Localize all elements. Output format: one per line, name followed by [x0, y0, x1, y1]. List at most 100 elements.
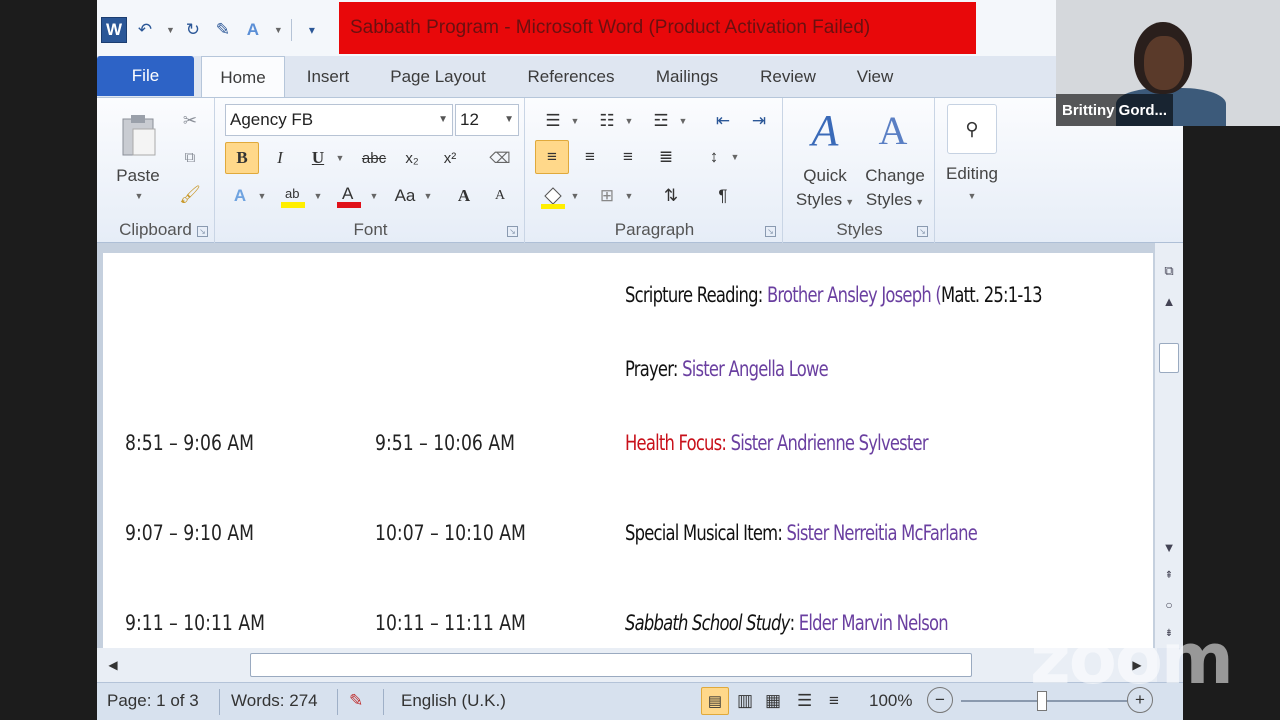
font-family-dropdown-icon[interactable]: ▼: [438, 114, 448, 125]
word-count[interactable]: Words: 274: [231, 691, 318, 711]
align-left-icon[interactable]: ≡: [535, 140, 569, 174]
paste-dropdown-icon[interactable]: ▼: [117, 188, 161, 204]
superscript-button[interactable]: x²: [435, 142, 465, 174]
tab-file[interactable]: File: [97, 56, 194, 96]
redo-icon[interactable]: ↻: [181, 18, 205, 42]
show-marks-button[interactable]: ¶: [707, 180, 739, 212]
zoom-slider[interactable]: [961, 691, 1127, 711]
binoculars-icon[interactable]: ⚲: [947, 104, 997, 154]
tab-view[interactable]: View: [845, 56, 905, 98]
study-time-2[interactable]: 10:11 – 11:11 AM: [375, 611, 526, 635]
numbering-icon[interactable]: ☷: [591, 106, 623, 136]
borders-icon[interactable]: ⊞: [591, 180, 623, 212]
bullets-dropdown-icon[interactable]: ▼: [569, 106, 581, 136]
health-time-2[interactable]: 9:51 – 10:06 AM: [375, 431, 515, 455]
shading-dropdown-icon[interactable]: ▼: [569, 180, 581, 212]
sort-icon[interactable]: ⇅: [655, 180, 687, 212]
tab-insert[interactable]: Insert: [289, 56, 367, 98]
line-spacing-dropdown-icon[interactable]: ▼: [729, 140, 741, 174]
align-center-icon[interactable]: ≡: [573, 140, 607, 174]
quick-styles-dropdown-icon[interactable]: ▼: [845, 197, 854, 207]
italic-button[interactable]: I: [265, 142, 295, 174]
format-painter-icon[interactable]: 🖌: [177, 182, 203, 208]
zoom-out-icon[interactable]: −: [927, 687, 953, 713]
font-size-combo[interactable]: 12 ▼: [455, 104, 519, 136]
vertical-scrollbar[interactable]: ⧉ ▲ ▼ ⇞ ○ ⇟: [1155, 243, 1183, 648]
vertical-scroll-thumb[interactable]: [1159, 343, 1179, 373]
highlight-dropdown-icon[interactable]: ▼: [311, 180, 325, 212]
shrink-font-button[interactable]: A: [485, 180, 515, 212]
font-color-icon[interactable]: A: [333, 180, 365, 212]
page-count[interactable]: Page: 1 of 3: [107, 691, 199, 711]
font-color-dropdown-icon[interactable]: ▼: [367, 180, 381, 212]
quick-styles-icon[interactable]: A: [801, 106, 849, 155]
clipboard-launcher-icon[interactable]: ↘: [197, 226, 208, 237]
participant-video-tile[interactable]: Brittiny Gord...: [1056, 0, 1280, 126]
text-effects-dropdown-icon[interactable]: ▼: [255, 180, 269, 212]
web-layout-icon[interactable]: ▦: [765, 691, 781, 711]
word-icon[interactable]: W: [101, 17, 127, 43]
multilevel-dropdown-icon[interactable]: ▼: [677, 106, 689, 136]
text-effects-icon[interactable]: A: [241, 18, 265, 42]
tab-review[interactable]: Review: [753, 56, 823, 98]
editing-dropdown-icon[interactable]: ▼: [962, 188, 982, 204]
outline-icon[interactable]: ☰: [797, 691, 812, 711]
font-size-dropdown-icon[interactable]: ▼: [504, 114, 514, 125]
font-launcher-icon[interactable]: ↘: [507, 226, 518, 237]
scroll-up-icon[interactable]: ▲: [1159, 291, 1179, 311]
highlight-icon[interactable]: ab: [277, 180, 309, 212]
zoom-level[interactable]: 100%: [869, 691, 912, 711]
text-effects-icon[interactable]: A: [225, 180, 255, 212]
strikethrough-button[interactable]: abc: [357, 142, 391, 174]
underline-dropdown-icon[interactable]: ▼: [333, 142, 347, 174]
cut-icon[interactable]: ✂: [177, 108, 203, 134]
increase-indent-icon[interactable]: ⇥: [743, 106, 775, 136]
change-case-button[interactable]: Aa: [389, 180, 421, 212]
line-spacing-icon[interactable]: ↕: [699, 140, 729, 174]
language[interactable]: English (U.K.): [401, 691, 506, 711]
tab-references[interactable]: References: [515, 56, 627, 98]
document-page[interactable]: Scripture Reading: Brother Ansley Joseph…: [103, 253, 1153, 648]
bullets-icon[interactable]: ☰: [537, 106, 569, 136]
customize-icon[interactable]: ▾: [300, 18, 324, 42]
grow-font-button[interactable]: A: [449, 180, 479, 212]
change-styles-dropdown-icon[interactable]: ▼: [915, 197, 924, 207]
text-effects-dropdown-icon[interactable]: ▼: [274, 25, 283, 35]
ruler-toggle-icon[interactable]: ⧉: [1159, 261, 1179, 281]
line-scripture-reading[interactable]: Scripture Reading: Brother Ansley Joseph…: [625, 283, 1043, 307]
line-sabbath-school-study[interactable]: Sabbath School Study: Elder Marvin Nelso…: [625, 611, 949, 635]
justify-icon[interactable]: ≣: [649, 140, 683, 174]
horizontal-scroll-thumb[interactable]: [250, 653, 972, 677]
change-styles-button[interactable]: Change Styles ▼: [859, 164, 931, 214]
decrease-indent-icon[interactable]: ⇤: [707, 106, 739, 136]
musical-time-2[interactable]: 10:07 – 10:10 AM: [375, 521, 526, 545]
tab-page-layout[interactable]: Page Layout: [377, 56, 499, 98]
paste-button[interactable]: Paste: [105, 164, 171, 188]
font-family-combo[interactable]: Agency FB ▼: [225, 104, 453, 136]
clear-formatting-icon[interactable]: ⌫: [483, 142, 517, 174]
horizontal-scrollbar[interactable]: ◀ ▶: [97, 648, 1157, 682]
undo-dropdown-icon[interactable]: ▼: [166, 25, 175, 35]
draft-icon[interactable]: ≡: [829, 691, 839, 711]
styles-launcher-icon[interactable]: ↘: [917, 226, 928, 237]
proofing-icon[interactable]: ✎: [349, 691, 363, 711]
line-prayer[interactable]: Prayer: Sister Angella Lowe: [625, 357, 829, 381]
numbering-dropdown-icon[interactable]: ▼: [623, 106, 635, 136]
underline-button[interactable]: U: [303, 142, 333, 174]
full-screen-reading-icon[interactable]: ▥: [737, 691, 753, 711]
copy-icon[interactable]: ⧉: [177, 144, 203, 170]
select-browse-object-icon[interactable]: ○: [1159, 595, 1179, 615]
print-layout-icon[interactable]: ▤: [701, 687, 729, 715]
health-time-1[interactable]: 8:51 – 9:06 AM: [125, 431, 254, 455]
change-case-dropdown-icon[interactable]: ▼: [421, 180, 435, 212]
previous-page-icon[interactable]: ⇞: [1159, 565, 1179, 585]
editing-button[interactable]: Editing: [937, 162, 1007, 186]
musical-time-1[interactable]: 9:07 – 9:10 AM: [125, 521, 254, 545]
paste-icon[interactable]: [115, 110, 163, 162]
align-right-icon[interactable]: ≡: [611, 140, 645, 174]
undo-icon[interactable]: ↶: [133, 18, 157, 42]
scroll-down-icon[interactable]: ▼: [1159, 537, 1179, 557]
line-special-musical-item[interactable]: Special Musical Item: Sister Nerreitia M…: [625, 521, 978, 545]
quick-styles-button[interactable]: Quick Styles ▼: [789, 164, 861, 214]
multilevel-list-icon[interactable]: ☲: [645, 106, 677, 136]
